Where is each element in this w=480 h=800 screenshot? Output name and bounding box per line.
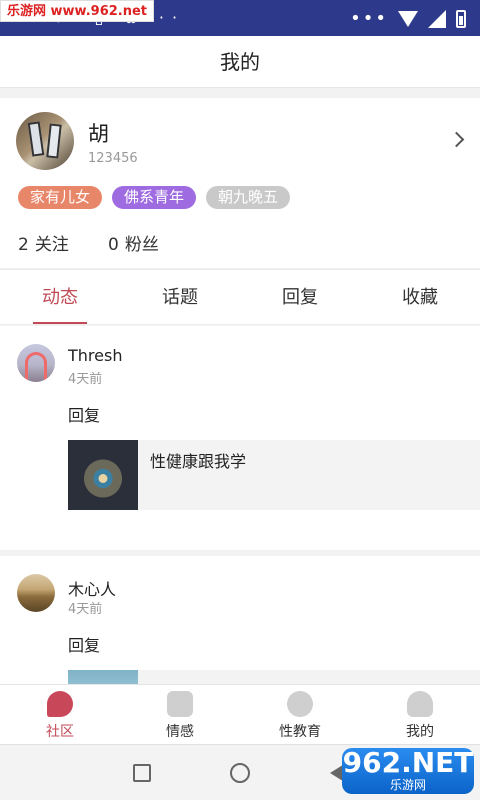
fans-label: 粉丝 (124, 235, 159, 255)
fans-stat[interactable]: 0 粉丝 (108, 230, 159, 255)
post-time: 4天前 (68, 372, 103, 387)
linked-card[interactable] (68, 670, 480, 684)
nav-label: 情感 (166, 724, 194, 740)
following-count: 2 (18, 235, 29, 255)
tag: 家有儿女 (18, 186, 103, 209)
list-item[interactable]: 木心人 4天前 回复 (0, 556, 480, 684)
profile-card[interactable]: 胡 123456 家有儿女 佛系青年 朝九晚五 2 关注 0 粉丝 (0, 98, 480, 268)
linked-card[interactable]: 性健康跟我学 (68, 440, 480, 510)
avatar[interactable] (17, 344, 55, 382)
nav-label: 我的 (406, 724, 434, 740)
tab-replies[interactable]: 回复 (240, 270, 360, 324)
nav-emotion[interactable]: 情感 (120, 685, 240, 744)
tag: 佛系青年 (112, 186, 197, 209)
post-user-name[interactable]: Thresh (68, 346, 122, 365)
post-time: 4天前 (68, 602, 103, 617)
recents-icon[interactable] (133, 764, 151, 782)
watermark-logo: 962.NET 乐游网 (342, 748, 474, 794)
following-label: 关注 (34, 235, 69, 255)
fans-count: 0 (108, 235, 119, 255)
wifi-icon (398, 10, 418, 27)
signal-icon (428, 9, 446, 28)
more-dots-icon: ••• (350, 8, 388, 29)
user-name: 胡 (88, 122, 109, 146)
tag: 朝九晚五 (206, 186, 291, 209)
card-thumbnail (68, 440, 138, 510)
education-icon (287, 691, 313, 717)
tab-favorites[interactable]: 收藏 (360, 270, 480, 324)
watermark-sub: 乐游网 (389, 778, 426, 792)
following-stat[interactable]: 2 关注 (18, 230, 69, 255)
nav-label: 社区 (46, 724, 74, 740)
battery-icon (456, 9, 466, 28)
person-icon (407, 691, 433, 717)
watermark-main: 962.NET (342, 746, 474, 779)
nav-me[interactable]: 我的 (360, 685, 480, 744)
avatar[interactable] (17, 574, 55, 612)
feed-list[interactable]: Thresh 4天前 回复 性健康跟我学 木心人 4天前 回复 (0, 326, 480, 684)
community-icon (47, 691, 73, 717)
nav-sex-education[interactable]: 性教育 (240, 685, 360, 744)
watermark-top: 乐游网 www.962.net (0, 0, 155, 22)
card-thumbnail (68, 670, 138, 684)
tab-dynamics[interactable]: 动态 (0, 270, 120, 324)
post-text: 回复 (68, 406, 101, 425)
tab-topics[interactable]: 话题 (120, 270, 240, 324)
nav-community[interactable]: 社区 (0, 685, 120, 744)
tag-list: 家有儿女 佛系青年 朝九晚五 (18, 186, 291, 209)
post-user-name[interactable]: 木心人 (68, 576, 116, 600)
heart-pulse-icon (167, 691, 193, 717)
home-icon[interactable] (230, 763, 250, 783)
chevron-right-icon[interactable] (448, 131, 465, 148)
page-title: 我的 (0, 36, 480, 88)
list-item[interactable]: Thresh 4天前 回复 性健康跟我学 (0, 326, 480, 550)
post-text: 回复 (68, 636, 101, 655)
bottom-nav: 社区 情感 性教育 我的 (0, 684, 480, 744)
nav-label: 性教育 (279, 724, 321, 740)
user-id: 123456 (88, 151, 138, 166)
card-title: 性健康跟我学 (150, 452, 247, 471)
content-tabs: 动态 话题 回复 收藏 (0, 269, 480, 325)
status-icons: ••• (350, 8, 466, 29)
avatar[interactable] (16, 112, 74, 170)
